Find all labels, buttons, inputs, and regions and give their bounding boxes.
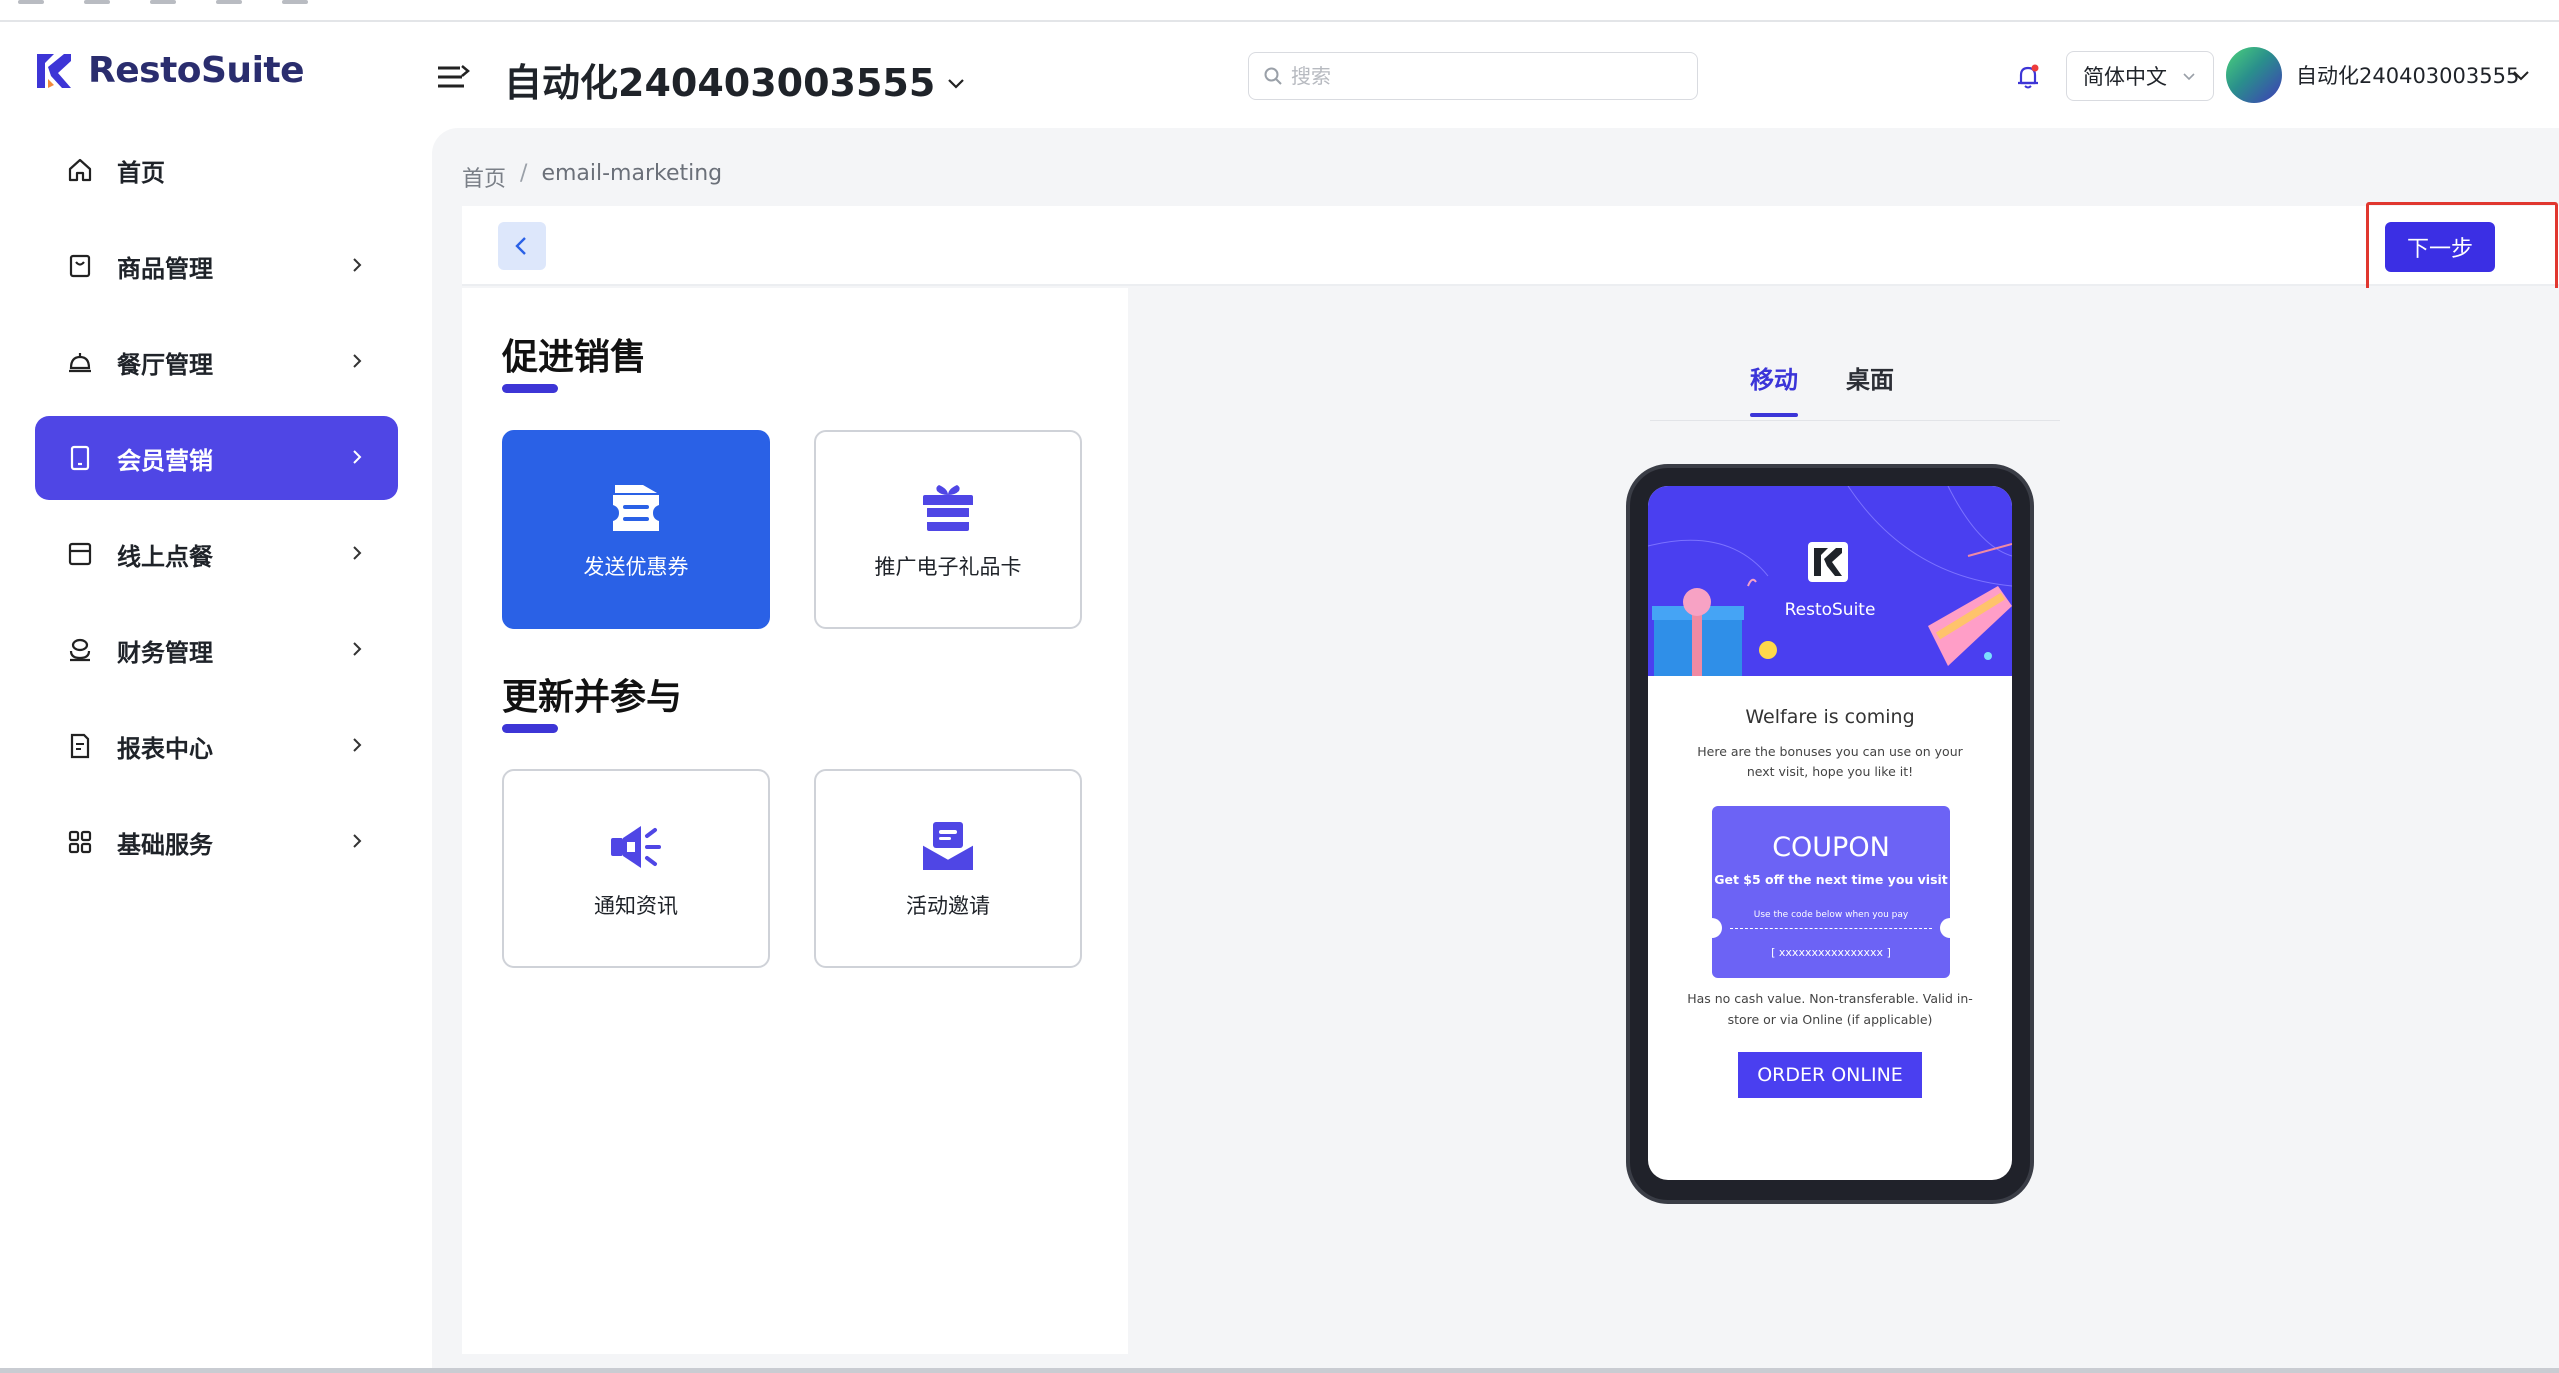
sidebar-item-label: 财务管理 [117,638,213,667]
window-bottom-edge [0,1368,2559,1373]
coupon-notch-left [1702,918,1722,938]
sidebar-item-label: 餐厅管理 [117,350,213,379]
search-icon [1264,67,1282,85]
sidebar-item-label: 首页 [117,158,165,187]
chevron-right-icon [353,354,362,368]
sidebar-item-reports[interactable]: 报表中心 [35,704,398,788]
card-label: 活动邀请 [906,893,990,918]
sidebar-nav: 首页 商品管理 餐厅管理 会员营销 线上点餐 财务管理 报表中心 基础服务 [35,128,398,896]
search-input[interactable] [1291,64,1671,88]
grid-icon [65,827,95,857]
brand-name: RestoSuite [88,50,305,91]
megaphone-icon [611,825,661,868]
template-card-newsletter[interactable]: 通知资讯 [502,769,770,968]
chevron-right-icon [353,258,362,272]
chevron-left-icon [515,237,526,255]
sidebar-item-home[interactable]: 首页 [35,128,398,212]
email-preview: RestoSuite Welfare is coming Here are th… [1648,486,2012,1180]
sidebar-item-label: 基础服务 [117,830,213,859]
tab-mobile[interactable]: 移动 [1750,360,1798,417]
language-select[interactable]: 简体中文 [2066,51,2214,101]
template-card-event-invite[interactable]: 活动邀请 [814,769,1082,968]
home-icon [65,155,95,185]
chevron-down-icon [948,78,965,89]
chevron-down-icon[interactable] [2510,64,2532,86]
menu-toggle-icon[interactable] [436,62,470,94]
tab-desktop[interactable]: 桌面 [1846,360,1894,409]
avatar[interactable] [2226,47,2282,103]
chevron-right-icon [353,450,362,464]
chevron-right-icon [353,642,362,656]
order-online-button[interactable]: ORDER ONLINE [1738,1052,1922,1098]
section-title: 更新并参与 [502,677,683,718]
sidebar: RestoSuite 首页 商品管理 餐厅管理 会员营销 线上点餐 财务管理 报… [0,24,430,1370]
sidebar-item-label: 会员营销 [117,446,213,475]
envelope-icon [922,821,974,870]
chevron-down-icon [2183,73,2195,81]
coupon-icon [613,484,659,531]
cloche-icon [65,347,95,377]
next-step-button[interactable]: 下一步 [2385,222,2495,272]
user-name[interactable]: 自动化240403003555 [2296,60,2519,90]
coupon-divider [1730,928,1932,929]
sidebar-item-label: 商品管理 [117,254,213,283]
coupon-code: [ xxxxxxxxxxxxxxxx ] [1771,946,1891,959]
section-title-underline [502,384,558,393]
search-box[interactable] [1248,52,1698,100]
preview-tabs: 移动 桌面 [1750,360,1894,417]
coupon-disclaimer: Has no cash value. Non-transferable. Val… [1687,991,1973,1027]
sidebar-item-member-marketing[interactable]: 会员营销 [35,416,398,500]
sidebar-item-basic-services[interactable]: 基础服务 [35,800,398,884]
coupon-offer: Get $5 off the next time you visit [1714,872,1948,887]
email-intro: Here are the bonuses you can use on your… [1697,744,1963,779]
notification-button[interactable] [2003,52,2053,102]
tabs-divider [1650,420,2060,421]
sidebar-item-online-ordering[interactable]: 线上点餐 [35,512,398,596]
report-icon [65,731,95,761]
coupon-title: COUPON [1772,832,1890,863]
sidebar-item-label: 线上点餐 [117,542,213,571]
breadcrumb: 首页 / email-marketing [462,161,722,193]
shopping-bag-icon [65,251,95,281]
sidebar-item-finance[interactable]: 财务管理 [35,608,398,692]
sidebar-item-restaurant[interactable]: 餐厅管理 [35,320,398,404]
card-label: 发送优惠券 [583,554,689,579]
store-name: 自动化240403003555 [504,61,936,105]
store-selector[interactable]: 自动化240403003555 [504,52,967,107]
sidebar-item-products[interactable]: 商品管理 [35,224,398,308]
card-label: 推广电子礼品卡 [874,554,1022,579]
coupon-instruction: Use the code below when you pay [1753,910,1909,920]
coupon-block: COUPON Get $5 off the next time you visi… [1702,806,1960,978]
chevron-right-icon [353,738,362,752]
section-title: 促进销售 [502,337,647,378]
storefront-icon [65,539,95,569]
email-brand-name: RestoSuite [1784,600,1876,620]
template-card-send-coupon[interactable]: 发送优惠券 [502,430,770,629]
coins-icon [65,635,95,665]
chevron-right-icon [353,546,362,560]
browser-top-strip [0,0,2559,22]
sidebar-item-label: 报表中心 [117,734,213,763]
email-hero-banner: RestoSuite [1648,486,2012,676]
bell-icon [2018,64,2039,89]
breadcrumb-separator: / [520,161,528,186]
template-card-gift-card[interactable]: 推广电子礼品卡 [814,430,1082,629]
brand-logo[interactable]: RestoSuite [34,50,305,91]
browser-toolbar-fragments [18,0,308,8]
gift-icon [923,484,973,531]
section-title-underline [502,724,558,733]
chevron-right-icon [353,834,362,848]
email-heading: Welfare is coming [1745,706,1915,728]
back-button[interactable] [498,222,546,270]
breadcrumb-current: email-marketing [541,161,723,186]
tablet-icon [65,443,95,473]
card-label: 通知资讯 [594,893,678,918]
breadcrumb-home[interactable]: 首页 [462,161,506,193]
language-value: 简体中文 [2083,65,2167,89]
coupon-notch-right [1940,918,1960,938]
page-toolbar [462,206,2559,286]
restosuite-logo-icon [37,53,71,88]
restosuite-logo-icon [1808,542,1848,582]
